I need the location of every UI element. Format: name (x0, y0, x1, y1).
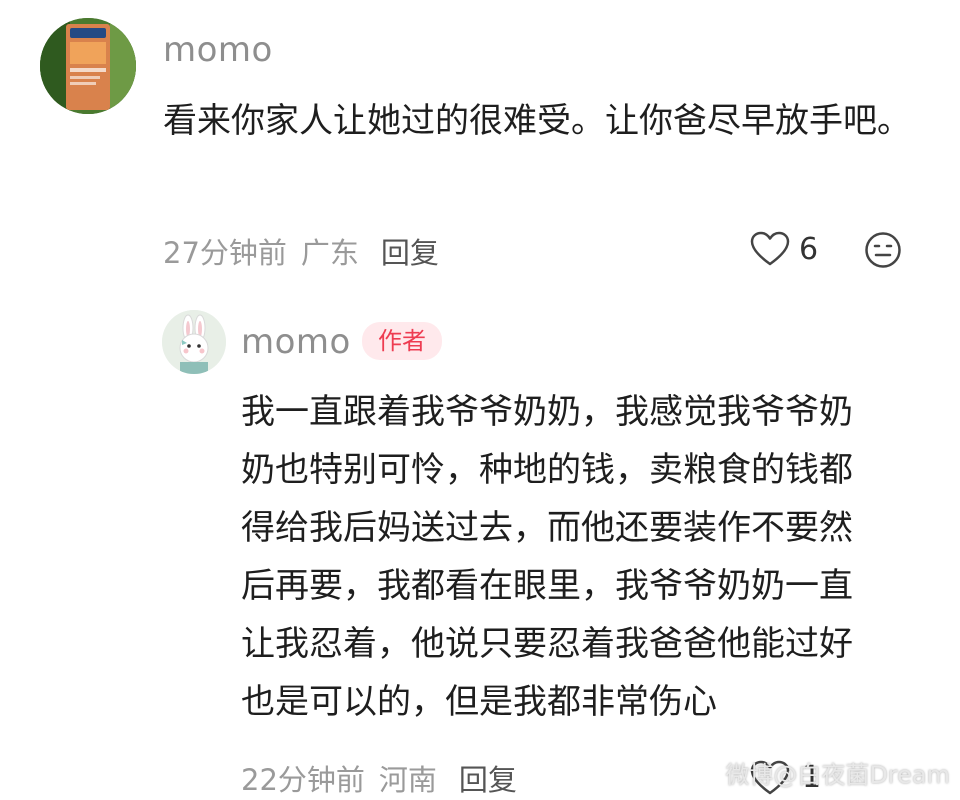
like-count: 6 (799, 232, 819, 267)
heart-icon[interactable] (750, 231, 790, 271)
reply-reply-button[interactable]: 回复 (459, 763, 517, 797)
reply-text-line: 奶也特别可怜，种地的钱，卖粮食的钱都 (241, 450, 853, 490)
reply-button[interactable]: 回复 (381, 236, 439, 270)
comment-text: 看来你家人让她过的很难受。让你爸尽早放手吧。 (163, 92, 933, 150)
comment-time: 27分钟前 (163, 236, 287, 270)
watermark: 微博@白夜菌Dream (725, 761, 950, 789)
reply-avatar[interactable] (162, 310, 226, 374)
reply-text-line: 我一直跟着我爷爷奶奶，我感觉我爷爷奶 (241, 392, 853, 432)
comment-meta: 27分钟前 广东 回复 (163, 230, 439, 272)
reply-text-line: 也是可以的，但是我都非常伤心 (241, 682, 717, 722)
avatar[interactable] (40, 18, 136, 114)
reply-time: 22分钟前 (241, 763, 365, 797)
emoji-icon[interactable] (864, 231, 902, 273)
reply-meta: 22分钟前 河南 回复 (241, 757, 517, 799)
reply-location: 河南 (378, 763, 437, 797)
reply-text: 我一直跟着我爷爷奶奶，我感觉我爷爷奶 奶也特别可怜，种地的钱，卖粮食的钱都 得给… (241, 383, 931, 731)
reply-text-line: 后再要，我都看在眼里，我爷爷奶奶一直 (241, 566, 853, 606)
avatar-image (40, 18, 136, 114)
author-badge: 作者 (362, 322, 442, 360)
reply-text-line: 得给我后妈送过去，而他还要装作不要然 (241, 508, 853, 548)
reply-text-line: 让我忍着，他说只要忍着我爸爸他能过好 (241, 624, 853, 664)
comment-text-content: 看来你家人让她过的很难受。让你爸尽早放手吧。 (163, 101, 911, 141)
comment-location: 广东 (300, 236, 359, 270)
rabbit-avatar-image (162, 310, 226, 374)
comment-username[interactable]: momo (163, 30, 273, 70)
reply-username[interactable]: momo (241, 322, 351, 362)
